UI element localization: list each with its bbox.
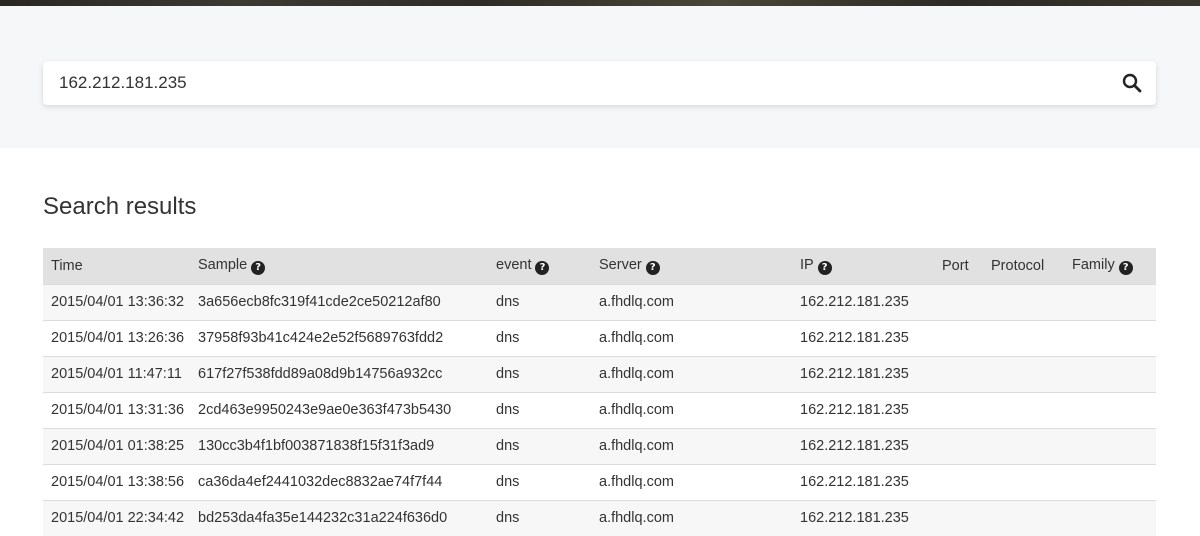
cell-protocol <box>983 427 1064 464</box>
cell-port <box>934 463 983 500</box>
cell-time: 2015/04/01 11:47:11 <box>43 355 190 392</box>
cell-family <box>1064 283 1156 320</box>
cell-ip[interactable]: 162.212.181.235 <box>792 319 934 356</box>
cell-sample[interactable]: 2cd463e9950243e9ae0e363f473b5430 <box>190 391 488 428</box>
cell-protocol <box>983 463 1064 500</box>
cell-ip[interactable]: 162.212.181.235 <box>792 355 934 392</box>
search-input[interactable] <box>43 61 1103 105</box>
cell-server[interactable]: a.fhdlq.com <box>591 427 792 464</box>
cell-server[interactable]: a.fhdlq.com <box>591 319 792 356</box>
search-icon <box>1122 73 1142 93</box>
table-header-row: Time Sample? event? Server? IP? Port Pro… <box>43 248 1156 284</box>
cell-protocol <box>983 355 1064 392</box>
cell-time: 2015/04/01 13:36:32 <box>43 283 190 320</box>
cell-sample[interactable]: 3a656ecb8fc319f41cde2ce50212af80 <box>190 283 488 320</box>
column-label: Family <box>1072 256 1115 273</box>
cell-event: dns <box>488 391 591 428</box>
cell-time: 2015/04/01 13:38:56 <box>43 463 190 500</box>
search-box <box>43 61 1156 105</box>
column-header-port[interactable]: Port <box>934 248 983 284</box>
cell-family <box>1064 355 1156 392</box>
cell-sample[interactable]: 37958f93b41c424e2e52f5689763fdd2 <box>190 319 488 356</box>
cell-server[interactable]: a.fhdlq.com <box>591 283 792 320</box>
cell-family <box>1064 427 1156 464</box>
cell-port <box>934 391 983 428</box>
cell-event: dns <box>488 499 591 536</box>
column-label: Server <box>599 256 642 273</box>
help-icon[interactable]: ? <box>645 260 660 275</box>
column-label: event <box>496 256 532 273</box>
results-title: Search results <box>43 193 197 220</box>
search-band <box>0 6 1200 148</box>
cell-server[interactable]: a.fhdlq.com <box>591 463 792 500</box>
help-icon[interactable]: ? <box>251 260 266 275</box>
cell-time: 2015/04/01 01:38:25 <box>43 427 190 464</box>
cell-sample[interactable]: bd253da4fa35e144232c31a224f636d0 <box>190 499 488 536</box>
cell-sample[interactable]: 130cc3b4f1bf003871838f15f31f3ad9 <box>190 427 488 464</box>
column-label: Port <box>942 257 969 274</box>
help-icon[interactable]: ? <box>535 260 550 275</box>
cell-time: 2015/04/01 13:31:36 <box>43 391 190 428</box>
cell-event: dns <box>488 427 591 464</box>
cell-port <box>934 319 983 356</box>
column-label: Time <box>51 257 83 274</box>
cell-time: 2015/04/01 13:26:36 <box>43 319 190 356</box>
help-icon[interactable]: ? <box>1118 260 1133 275</box>
cell-port <box>934 283 983 320</box>
column-header-ip[interactable]: IP? <box>792 248 934 284</box>
cell-port <box>934 355 983 392</box>
cell-family <box>1064 463 1156 500</box>
column-header-sample[interactable]: Sample? <box>190 248 488 284</box>
cell-protocol <box>983 283 1064 320</box>
cell-ip[interactable]: 162.212.181.235 <box>792 283 934 320</box>
cell-ip[interactable]: 162.212.181.235 <box>792 391 934 428</box>
cell-port <box>934 499 983 536</box>
results-table: Time Sample? event? Server? IP? Port Pro… <box>43 248 1156 536</box>
table-row[interactable]: 2015/04/01 13:38:56 ca36da4ef2441032dec8… <box>43 463 1156 500</box>
table-row[interactable]: 2015/04/01 13:26:36 37958f93b41c424e2e52… <box>43 319 1156 356</box>
help-icon[interactable]: ? <box>817 260 832 275</box>
cell-time: 2015/04/01 22:34:42 <box>43 499 190 536</box>
cell-protocol <box>983 499 1064 536</box>
table-row[interactable]: 2015/04/01 11:47:11 617f27f538fdd89a08d9… <box>43 355 1156 392</box>
column-header-time[interactable]: Time <box>43 248 190 284</box>
cell-event: dns <box>488 463 591 500</box>
cell-server[interactable]: a.fhdlq.com <box>591 391 792 428</box>
cell-family <box>1064 391 1156 428</box>
cell-event: dns <box>488 319 591 356</box>
search-button[interactable] <box>1120 71 1144 95</box>
column-label: IP <box>800 256 814 273</box>
column-header-protocol[interactable]: Protocol <box>983 248 1064 284</box>
cell-server[interactable]: a.fhdlq.com <box>591 355 792 392</box>
cell-sample[interactable]: 617f27f538fdd89a08d9b14756a932cc <box>190 355 488 392</box>
column-header-server[interactable]: Server? <box>591 248 792 284</box>
cell-sample[interactable]: ca36da4ef2441032dec8832ae74f7f44 <box>190 463 488 500</box>
table-row[interactable]: 2015/04/01 22:34:42 bd253da4fa35e144232c… <box>43 499 1156 536</box>
cell-event: dns <box>488 355 591 392</box>
cell-port <box>934 427 983 464</box>
cell-family <box>1064 319 1156 356</box>
cell-ip[interactable]: 162.212.181.235 <box>792 499 934 536</box>
table-row[interactable]: 2015/04/01 13:36:32 3a656ecb8fc319f41cde… <box>43 283 1156 320</box>
cell-protocol <box>983 319 1064 356</box>
cell-ip[interactable]: 162.212.181.235 <box>792 427 934 464</box>
column-header-family[interactable]: Family? <box>1064 248 1156 284</box>
column-label: Sample <box>198 256 248 273</box>
column-label: Protocol <box>991 257 1045 274</box>
table-row[interactable]: 2015/04/01 13:31:36 2cd463e9950243e9ae0e… <box>43 391 1156 428</box>
column-header-event[interactable]: event? <box>488 248 591 284</box>
cell-protocol <box>983 391 1064 428</box>
cell-server[interactable]: a.fhdlq.com <box>591 499 792 536</box>
cell-family <box>1064 499 1156 536</box>
cell-ip[interactable]: 162.212.181.235 <box>792 463 934 500</box>
table-row[interactable]: 2015/04/01 01:38:25 130cc3b4f1bf00387183… <box>43 427 1156 464</box>
cell-event: dns <box>488 283 591 320</box>
